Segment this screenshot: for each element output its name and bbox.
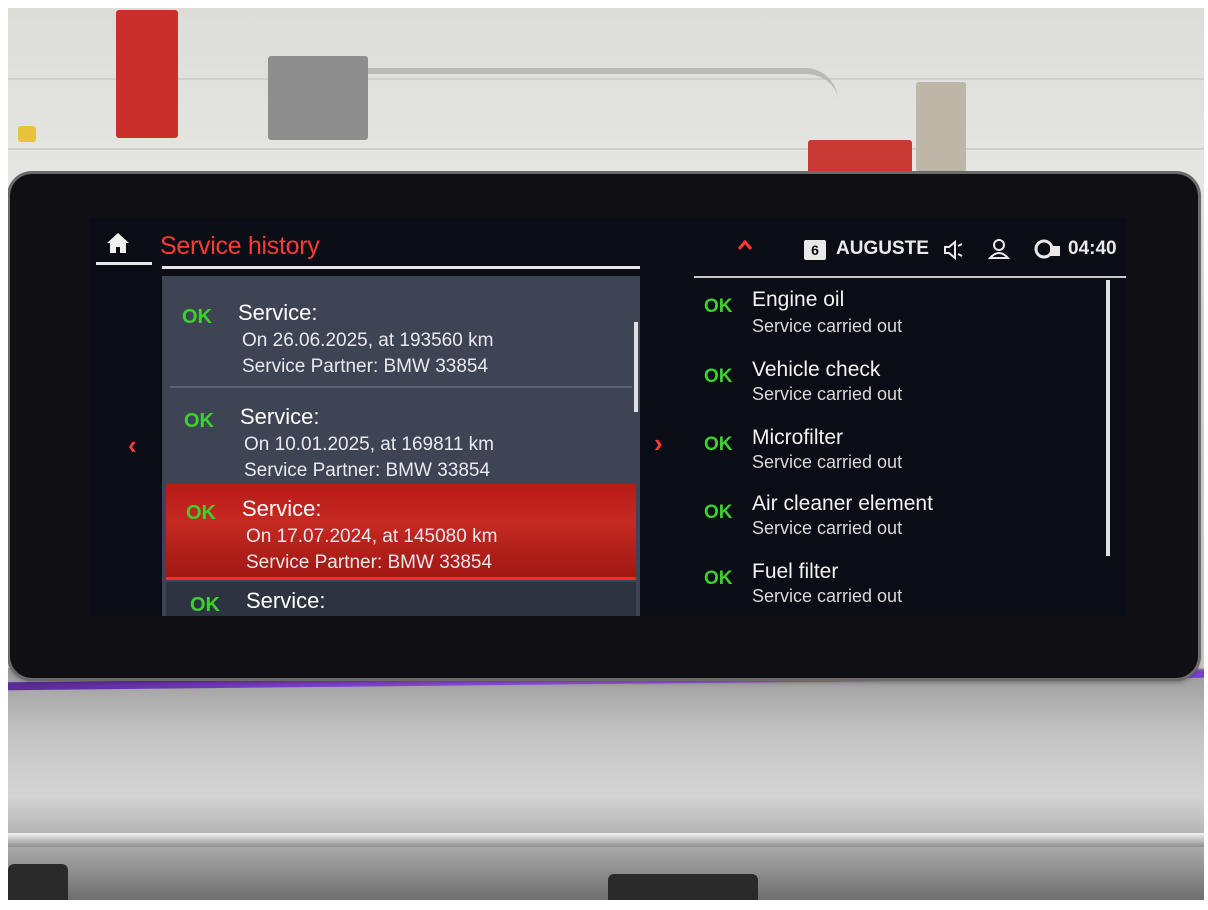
service-list: OK Service: On 26.06.2025, at 193560 km … [162, 276, 640, 616]
profile-number-badge: 6 [804, 240, 826, 260]
user-icon[interactable] [988, 238, 1012, 260]
ok-badge: OK [184, 410, 214, 432]
top-bar: Service history 6 AUGUSTE 04:40 [90, 218, 1126, 278]
service-date: On 10.01.2025, at 169811 km [244, 434, 494, 455]
air-vent [8, 864, 68, 900]
ok-badge: OK [704, 434, 733, 455]
detail-result: Service carried out [752, 316, 903, 336]
detail-title: Engine oil [752, 288, 845, 311]
page-title: Service history [160, 232, 320, 260]
list-item-selected[interactable]: OK Service: On 17.07.2024, at 145080 km … [166, 484, 636, 580]
clock: 04:40 [1068, 238, 1117, 259]
idrive-screen: Service history 6 AUGUSTE 04:40 ‹ › OK S… [90, 218, 1126, 616]
wall-panel [916, 82, 966, 172]
service-details: OK Engine oil Service carried out OK Veh… [694, 278, 1126, 616]
service-date: On 26.06.2025, at 193560 km [242, 330, 494, 351]
ok-badge: OK [704, 296, 733, 317]
service-title: Service: [238, 300, 318, 325]
ok-badge: OK [190, 594, 220, 616]
service-partner: Service Partner: BMW 33854 [242, 356, 489, 377]
profile-name[interactable]: AUGUSTE [836, 238, 929, 260]
ok-badge: OK [182, 306, 212, 328]
warning-sign [18, 126, 36, 142]
ok-badge: OK [186, 502, 216, 524]
title-underline [162, 266, 640, 269]
photo-scene: Service history 6 AUGUSTE 04:40 ‹ › OK S… [8, 8, 1204, 900]
ok-badge: OK [704, 366, 733, 387]
service-title: Service: [240, 404, 320, 429]
detail-result: Service carried out [752, 452, 903, 472]
detail-title: Fuel filter [752, 560, 839, 583]
home-icon[interactable] [106, 232, 130, 254]
speaker-icon[interactable] [942, 240, 964, 260]
detail-scrollbar[interactable] [1106, 280, 1110, 556]
chevron-left-icon[interactable]: ‹ [128, 430, 137, 461]
service-partner: Service Partner: BMW 33854 [246, 552, 493, 573]
list-item[interactable]: OK Service: [166, 582, 636, 616]
service-title: Service: [246, 588, 326, 613]
ok-badge: OK [704, 502, 733, 523]
list-scrollbar[interactable] [634, 322, 638, 412]
home-underline [96, 262, 152, 265]
wall-line [8, 148, 1204, 150]
detail-result: Service carried out [752, 518, 903, 538]
service-title: Service: [242, 496, 322, 521]
service-partner: Service Partner: BMW 33854 [244, 460, 491, 481]
detail-result: Service carried out [752, 384, 903, 404]
detail-result: Service carried out [752, 586, 903, 606]
divider [170, 386, 632, 388]
detail-title: Air cleaner element [752, 492, 933, 515]
wall-box [268, 56, 368, 140]
fire-extinguisher [116, 10, 178, 138]
service-date: On 17.07.2024, at 145080 km [246, 526, 498, 547]
list-item[interactable]: OK Service: On 10.01.2025, at 169811 km … [166, 390, 636, 486]
chevron-right-icon[interactable]: › [654, 428, 663, 459]
air-vent [608, 874, 758, 900]
detail-title: Microfilter [752, 426, 844, 449]
detail-title: Vehicle check [752, 358, 881, 381]
connected-car-icon[interactable] [1034, 238, 1062, 260]
wall-pipe [338, 68, 838, 134]
list-item[interactable]: OK Service: On 26.06.2025, at 193560 km … [166, 284, 636, 380]
chrome-trim [8, 833, 1204, 847]
dashboard [8, 668, 1204, 900]
chevron-up-icon[interactable] [738, 240, 752, 250]
ok-badge: OK [704, 568, 733, 589]
